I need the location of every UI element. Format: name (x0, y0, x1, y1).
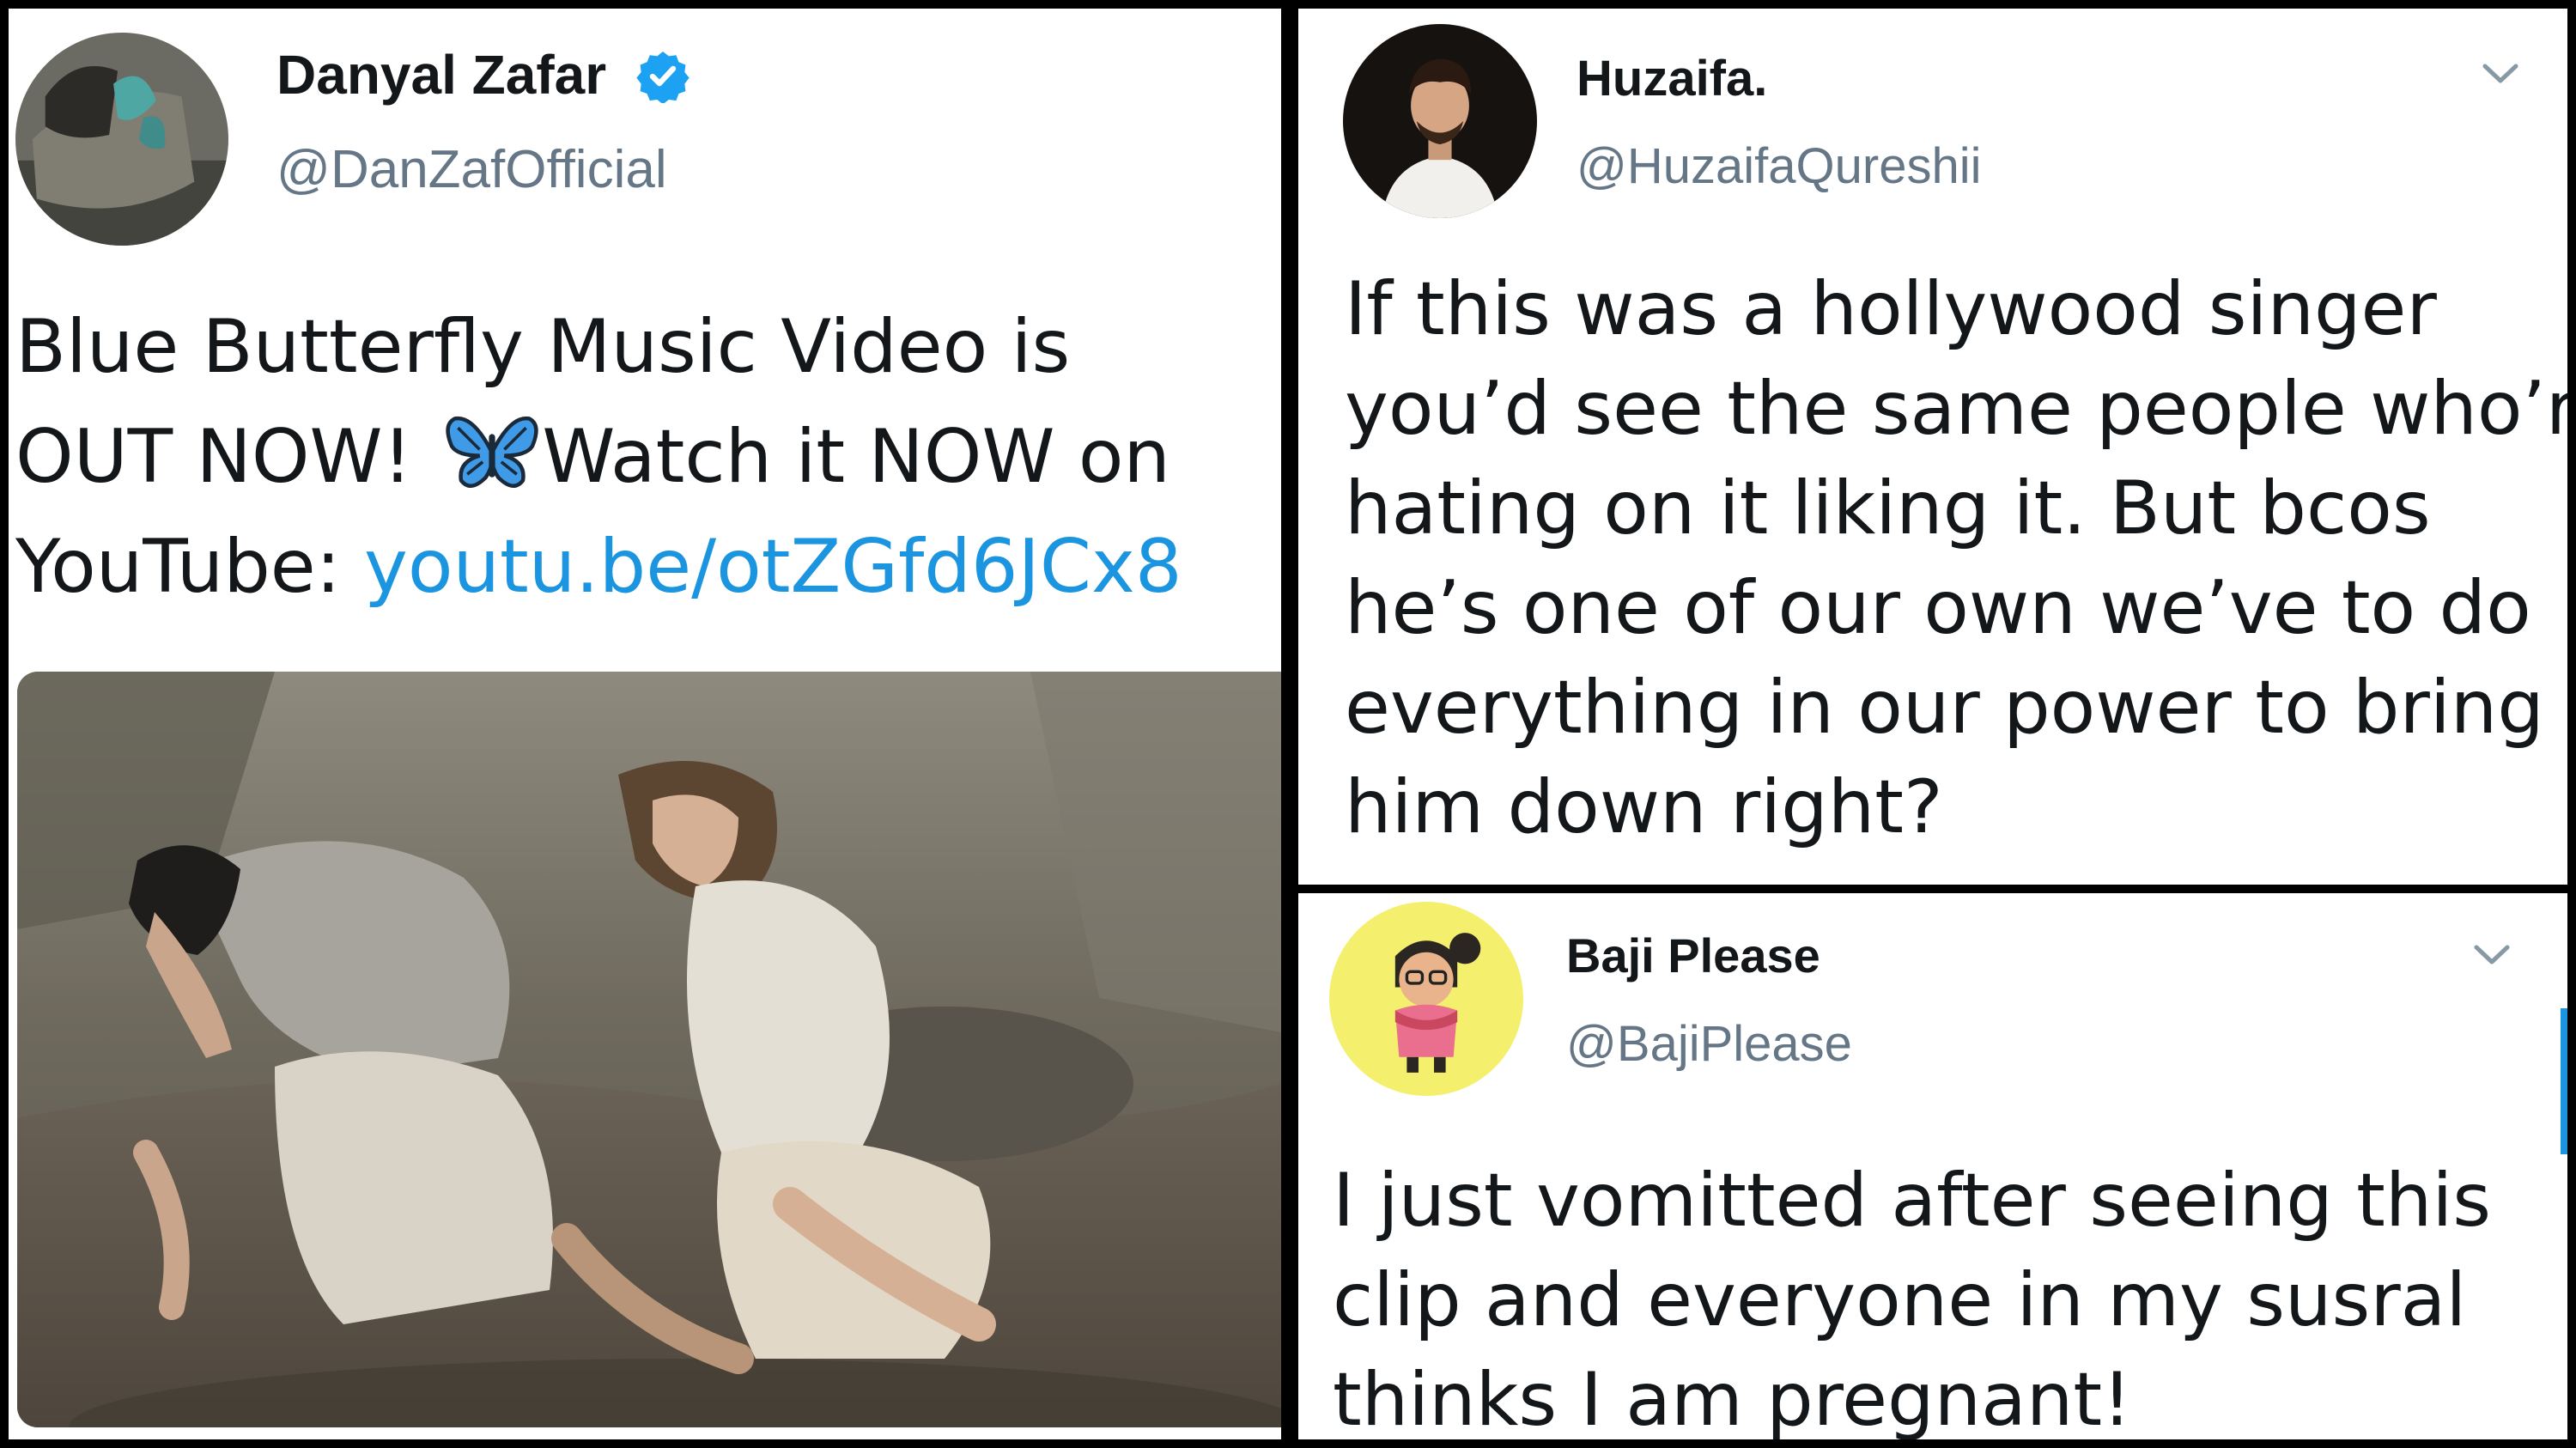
verified-badge-icon (635, 48, 690, 105)
tweet-card-baji-please[interactable]: Baji Please @BajiPlease I just vomitted … (1298, 893, 2567, 1439)
tweet-text-line: you’d see the same people who’re (1345, 366, 2567, 452)
tweet-text-line: If this was a hollywood singer (1345, 266, 2437, 352)
user-handle[interactable]: @DanZafOfficial (276, 139, 667, 200)
chevron-down-icon[interactable] (2471, 941, 2512, 967)
tweet-text-line: he’s one of our own we’ve to do (1345, 565, 2531, 651)
avatar[interactable] (15, 33, 228, 246)
tweet-text-line: clip and everyone in my susral (1333, 1257, 2467, 1343)
tweet-text: If this was a hollywood singer you’d see… (1345, 259, 2567, 857)
tweet-text: I just vomitted after seeing this clip a… (1333, 1151, 2491, 1439)
tweet-text-line: thinks I am pregnant! (1333, 1357, 2132, 1439)
tweet-text-line: I just vomitted after seeing this (1333, 1158, 2492, 1244)
tweet-text-segment: Watch it NOW on (542, 414, 1170, 500)
avatar[interactable] (1329, 902, 1523, 1096)
tweet-text-segment: YouTube: (15, 524, 365, 610)
tweet-text-line: him down right? (1345, 764, 1943, 850)
display-name[interactable]: Huzaifa. (1577, 50, 1767, 107)
tweet-text-line: YouTube: youtu.be/otZGfd6JCx8 (15, 512, 1182, 622)
tweet-text-line: hating on it liking it. But bcos (1345, 465, 2431, 551)
scroll-indicator[interactable] (2561, 1008, 2567, 1154)
youtube-link[interactable]: youtu.be/otZGfd6JCx8 (364, 524, 1182, 610)
video-thumbnail[interactable] (17, 672, 1281, 1427)
tweet-text-line: everything in our power to bring (1345, 665, 2544, 751)
tweet-text-line: Blue Butterfly Music Video is (15, 304, 1071, 390)
tweet-text-line: OUT NOW! Watch it NOW on (15, 402, 1182, 512)
tweet-card-danyal-zafar[interactable]: Danyal Zafar @DanZafOfficial Blue Butter… (9, 9, 1281, 1439)
tweet-text-segment: OUT NOW! (15, 414, 436, 500)
user-handle[interactable]: @BajiPlease (1566, 1015, 1852, 1073)
display-name[interactable]: Danyal Zafar (276, 43, 606, 106)
user-handle[interactable]: @HuzaifaQureshii (1577, 137, 1982, 195)
butterfly-emoji-icon (446, 411, 538, 494)
avatar[interactable] (1343, 24, 1537, 218)
tweet-card-huzaifa[interactable]: Huzaifa. @HuzaifaQureshii If this was a … (1298, 9, 2567, 885)
display-name[interactable]: Baji Please (1566, 928, 1820, 983)
tweet-text: Blue Butterfly Music Video is OUT NOW! W… (15, 292, 1182, 622)
chevron-down-icon[interactable] (2480, 60, 2521, 86)
